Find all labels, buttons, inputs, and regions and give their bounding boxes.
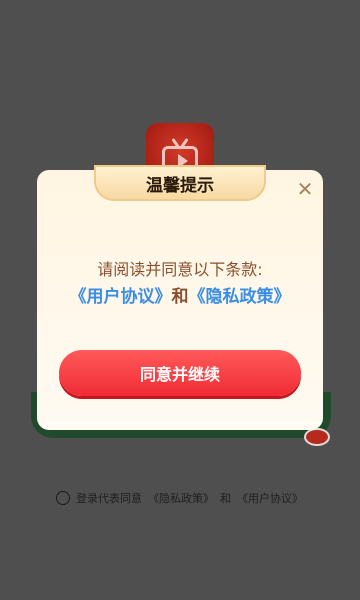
dialog-privacy-policy-link[interactable]: 《隐私政策》 xyxy=(189,287,291,307)
dialog-and: 和 xyxy=(171,287,189,307)
dialog-links: 《用户协议》和《隐私政策》 xyxy=(37,282,323,307)
dialog-title: 温馨提示 xyxy=(94,165,266,201)
close-icon[interactable]: ✕ xyxy=(294,178,316,200)
dialog-message: 请阅读并同意以下条款: xyxy=(97,260,263,279)
agree-continue-button[interactable]: 同意并继续 xyxy=(59,350,301,396)
dialog-user-agreement-link[interactable]: 《用户协议》 xyxy=(70,287,172,307)
